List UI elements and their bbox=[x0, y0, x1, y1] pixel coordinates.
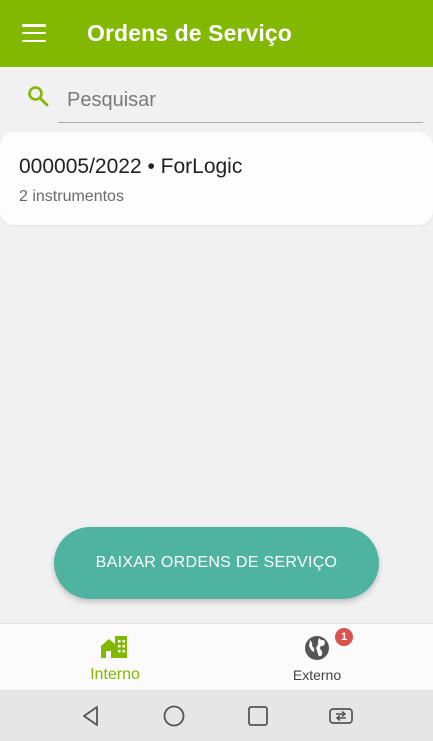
download-orders-button[interactable]: BAIXAR ORDENS DE SERVIÇO bbox=[54, 527, 379, 599]
bottom-nav: Interno 1 Externo bbox=[0, 623, 433, 691]
order-title: 000005/2022 • ForLogic bbox=[19, 155, 243, 178]
home-icon[interactable] bbox=[161, 703, 187, 729]
hamburger-menu-icon[interactable] bbox=[22, 24, 46, 42]
system-nav-bar bbox=[0, 690, 433, 741]
nav-label-externo: Externo bbox=[292, 667, 342, 683]
search-bar bbox=[0, 67, 433, 125]
list-item[interactable]: 000005/2022 • ForLogic 2 instrumentos bbox=[0, 132, 433, 225]
order-subtitle: 2 instrumentos bbox=[19, 188, 124, 205]
recents-icon[interactable] bbox=[245, 703, 271, 729]
search-icon bbox=[28, 86, 49, 107]
app-bar: Ordens de Serviço bbox=[0, 0, 433, 67]
switch-app-icon[interactable] bbox=[328, 703, 354, 729]
back-icon[interactable] bbox=[78, 703, 104, 729]
nav-label-interno: Interno bbox=[90, 666, 140, 683]
building-icon bbox=[101, 636, 127, 658]
page-title: Ordens de Serviço bbox=[87, 20, 292, 46]
notification-badge: 1 bbox=[335, 628, 353, 646]
nav-item-interno[interactable]: Interno bbox=[70, 624, 160, 691]
nav-item-externo[interactable]: 1 Externo bbox=[272, 624, 362, 691]
search-input[interactable] bbox=[58, 79, 423, 123]
globe-icon bbox=[305, 636, 329, 660]
